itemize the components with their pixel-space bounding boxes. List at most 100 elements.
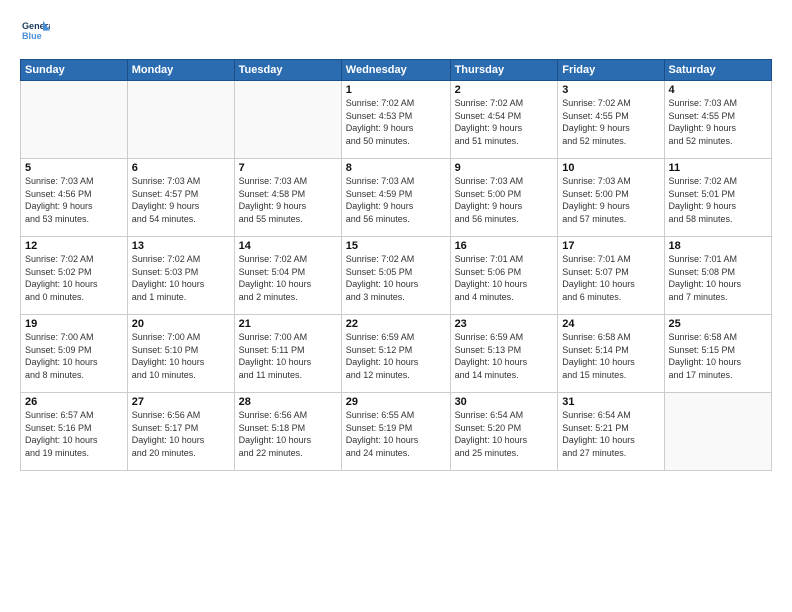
day-number: 12	[25, 240, 123, 252]
calendar-cell: 12Sunrise: 7:02 AMSunset: 5:02 PMDayligh…	[21, 237, 128, 315]
day-info: Sunrise: 6:56 AMSunset: 5:17 PMDaylight:…	[132, 409, 230, 459]
calendar-cell: 13Sunrise: 7:02 AMSunset: 5:03 PMDayligh…	[127, 237, 234, 315]
day-info: Sunrise: 7:02 AMSunset: 4:55 PMDaylight:…	[562, 97, 659, 147]
calendar: SundayMondayTuesdayWednesdayThursdayFrid…	[20, 59, 772, 471]
calendar-cell: 21Sunrise: 7:00 AMSunset: 5:11 PMDayligh…	[234, 315, 341, 393]
weekday-header-saturday: Saturday	[664, 60, 771, 81]
day-info: Sunrise: 7:03 AMSunset: 5:00 PMDaylight:…	[455, 175, 554, 225]
week-row-3: 12Sunrise: 7:02 AMSunset: 5:02 PMDayligh…	[21, 237, 772, 315]
day-info: Sunrise: 7:01 AMSunset: 5:08 PMDaylight:…	[669, 253, 767, 303]
calendar-cell: 16Sunrise: 7:01 AMSunset: 5:06 PMDayligh…	[450, 237, 558, 315]
day-info: Sunrise: 7:00 AMSunset: 5:09 PMDaylight:…	[25, 331, 123, 381]
day-info: Sunrise: 7:03 AMSunset: 5:00 PMDaylight:…	[562, 175, 659, 225]
day-info: Sunrise: 7:03 AMSunset: 4:56 PMDaylight:…	[25, 175, 123, 225]
day-number: 27	[132, 396, 230, 408]
day-number: 25	[669, 318, 767, 330]
day-number: 30	[455, 396, 554, 408]
day-number: 4	[669, 84, 767, 96]
calendar-cell: 3Sunrise: 7:02 AMSunset: 4:55 PMDaylight…	[558, 81, 664, 159]
calendar-cell: 4Sunrise: 7:03 AMSunset: 4:55 PMDaylight…	[664, 81, 771, 159]
day-number: 1	[346, 84, 446, 96]
calendar-cell: 9Sunrise: 7:03 AMSunset: 5:00 PMDaylight…	[450, 159, 558, 237]
day-number: 26	[25, 396, 123, 408]
day-number: 20	[132, 318, 230, 330]
calendar-cell: 17Sunrise: 7:01 AMSunset: 5:07 PMDayligh…	[558, 237, 664, 315]
weekday-header-wednesday: Wednesday	[341, 60, 450, 81]
day-number: 22	[346, 318, 446, 330]
day-info: Sunrise: 7:00 AMSunset: 5:11 PMDaylight:…	[239, 331, 337, 381]
calendar-cell: 31Sunrise: 6:54 AMSunset: 5:21 PMDayligh…	[558, 393, 664, 471]
calendar-cell: 5Sunrise: 7:03 AMSunset: 4:56 PMDaylight…	[21, 159, 128, 237]
weekday-header-sunday: Sunday	[21, 60, 128, 81]
day-info: Sunrise: 6:59 AMSunset: 5:12 PMDaylight:…	[346, 331, 446, 381]
calendar-cell: 15Sunrise: 7:02 AMSunset: 5:05 PMDayligh…	[341, 237, 450, 315]
calendar-cell: 8Sunrise: 7:03 AMSunset: 4:59 PMDaylight…	[341, 159, 450, 237]
day-number: 18	[669, 240, 767, 252]
day-number: 23	[455, 318, 554, 330]
day-info: Sunrise: 7:03 AMSunset: 4:58 PMDaylight:…	[239, 175, 337, 225]
calendar-cell: 22Sunrise: 6:59 AMSunset: 5:12 PMDayligh…	[341, 315, 450, 393]
day-number: 3	[562, 84, 659, 96]
day-info: Sunrise: 6:54 AMSunset: 5:21 PMDaylight:…	[562, 409, 659, 459]
day-info: Sunrise: 7:02 AMSunset: 5:05 PMDaylight:…	[346, 253, 446, 303]
calendar-cell: 6Sunrise: 7:03 AMSunset: 4:57 PMDaylight…	[127, 159, 234, 237]
logo-icon: General Blue	[22, 18, 50, 46]
day-number: 28	[239, 396, 337, 408]
day-number: 5	[25, 162, 123, 174]
weekday-header-monday: Monday	[127, 60, 234, 81]
day-number: 17	[562, 240, 659, 252]
calendar-cell: 11Sunrise: 7:02 AMSunset: 5:01 PMDayligh…	[664, 159, 771, 237]
calendar-cell: 23Sunrise: 6:59 AMSunset: 5:13 PMDayligh…	[450, 315, 558, 393]
calendar-cell: 14Sunrise: 7:02 AMSunset: 5:04 PMDayligh…	[234, 237, 341, 315]
calendar-cell: 10Sunrise: 7:03 AMSunset: 5:00 PMDayligh…	[558, 159, 664, 237]
calendar-cell: 24Sunrise: 6:58 AMSunset: 5:14 PMDayligh…	[558, 315, 664, 393]
day-number: 31	[562, 396, 659, 408]
calendar-cell	[234, 81, 341, 159]
calendar-cell: 18Sunrise: 7:01 AMSunset: 5:08 PMDayligh…	[664, 237, 771, 315]
weekday-header-friday: Friday	[558, 60, 664, 81]
calendar-cell: 27Sunrise: 6:56 AMSunset: 5:17 PMDayligh…	[127, 393, 234, 471]
day-info: Sunrise: 7:03 AMSunset: 4:59 PMDaylight:…	[346, 175, 446, 225]
calendar-cell: 1Sunrise: 7:02 AMSunset: 4:53 PMDaylight…	[341, 81, 450, 159]
calendar-cell: 26Sunrise: 6:57 AMSunset: 5:16 PMDayligh…	[21, 393, 128, 471]
day-number: 2	[455, 84, 554, 96]
day-info: Sunrise: 6:59 AMSunset: 5:13 PMDaylight:…	[455, 331, 554, 381]
day-info: Sunrise: 6:58 AMSunset: 5:15 PMDaylight:…	[669, 331, 767, 381]
day-number: 24	[562, 318, 659, 330]
calendar-cell	[21, 81, 128, 159]
day-number: 9	[455, 162, 554, 174]
day-info: Sunrise: 7:02 AMSunset: 5:01 PMDaylight:…	[669, 175, 767, 225]
day-info: Sunrise: 7:01 AMSunset: 5:07 PMDaylight:…	[562, 253, 659, 303]
day-info: Sunrise: 7:02 AMSunset: 4:53 PMDaylight:…	[346, 97, 446, 147]
day-info: Sunrise: 6:55 AMSunset: 5:19 PMDaylight:…	[346, 409, 446, 459]
day-info: Sunrise: 6:57 AMSunset: 5:16 PMDaylight:…	[25, 409, 123, 459]
calendar-cell: 19Sunrise: 7:00 AMSunset: 5:09 PMDayligh…	[21, 315, 128, 393]
calendar-cell: 25Sunrise: 6:58 AMSunset: 5:15 PMDayligh…	[664, 315, 771, 393]
day-number: 6	[132, 162, 230, 174]
day-number: 15	[346, 240, 446, 252]
day-number: 29	[346, 396, 446, 408]
day-number: 8	[346, 162, 446, 174]
weekday-header-thursday: Thursday	[450, 60, 558, 81]
day-number: 14	[239, 240, 337, 252]
day-info: Sunrise: 7:02 AMSunset: 5:04 PMDaylight:…	[239, 253, 337, 303]
day-info: Sunrise: 6:56 AMSunset: 5:18 PMDaylight:…	[239, 409, 337, 459]
calendar-cell: 28Sunrise: 6:56 AMSunset: 5:18 PMDayligh…	[234, 393, 341, 471]
day-info: Sunrise: 6:54 AMSunset: 5:20 PMDaylight:…	[455, 409, 554, 459]
day-number: 10	[562, 162, 659, 174]
header: General Blue	[20, 18, 772, 51]
weekday-header-tuesday: Tuesday	[234, 60, 341, 81]
svg-text:Blue: Blue	[22, 31, 42, 41]
day-info: Sunrise: 7:01 AMSunset: 5:06 PMDaylight:…	[455, 253, 554, 303]
day-number: 13	[132, 240, 230, 252]
calendar-cell: 20Sunrise: 7:00 AMSunset: 5:10 PMDayligh…	[127, 315, 234, 393]
week-row-5: 26Sunrise: 6:57 AMSunset: 5:16 PMDayligh…	[21, 393, 772, 471]
calendar-cell: 29Sunrise: 6:55 AMSunset: 5:19 PMDayligh…	[341, 393, 450, 471]
day-info: Sunrise: 7:00 AMSunset: 5:10 PMDaylight:…	[132, 331, 230, 381]
week-row-1: 1Sunrise: 7:02 AMSunset: 4:53 PMDaylight…	[21, 81, 772, 159]
week-row-2: 5Sunrise: 7:03 AMSunset: 4:56 PMDaylight…	[21, 159, 772, 237]
day-info: Sunrise: 7:02 AMSunset: 5:03 PMDaylight:…	[132, 253, 230, 303]
day-info: Sunrise: 7:02 AMSunset: 4:54 PMDaylight:…	[455, 97, 554, 147]
day-number: 19	[25, 318, 123, 330]
day-info: Sunrise: 7:03 AMSunset: 4:55 PMDaylight:…	[669, 97, 767, 147]
